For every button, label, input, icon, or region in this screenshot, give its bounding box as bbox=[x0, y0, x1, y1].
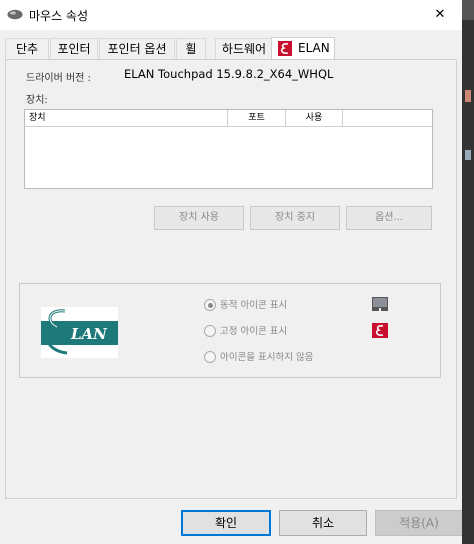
devices-label: 장치: bbox=[26, 95, 48, 106]
driver-version-label: 드라이버 버전 : bbox=[26, 73, 91, 84]
title-bar: 마우스 속성 ✕ bbox=[0, 0, 462, 30]
radio-static-icon-label: 고정 아이콘 표시 bbox=[220, 326, 288, 337]
elan-logo-text: LAN bbox=[70, 325, 108, 343]
ok-button[interactable]: 확인 bbox=[181, 510, 271, 536]
mouse-properties-dialog: 마우스 속성 ✕ 단추 포인터 포인터 옵션 휠 하드웨어 ELAN 드라이버 … bbox=[0, 0, 463, 544]
elan-logo-graphic: LAN bbox=[41, 309, 118, 355]
tab-strip: 단추 포인터 포인터 옵션 휠 하드웨어 ELAN bbox=[5, 37, 460, 61]
tray-icon-group: LAN 동적 아이콘 표시 고정 아이콘 표시 아이콘을 표시하지 않음 bbox=[19, 283, 441, 378]
window-title: 마우스 속성 bbox=[29, 9, 89, 23]
elan-e-tab-icon bbox=[278, 41, 292, 56]
enable-device-button[interactable]: 장치 사용 bbox=[154, 206, 244, 230]
tab-buttons[interactable]: 단추 bbox=[5, 38, 49, 60]
column-device[interactable]: 장치 bbox=[25, 110, 228, 126]
apply-button[interactable]: 적용(A) bbox=[375, 510, 463, 536]
touchpad-tray-icon bbox=[372, 297, 388, 311]
column-usage[interactable]: 사용 bbox=[286, 110, 343, 126]
tab-pointers[interactable]: 포인터 bbox=[50, 38, 98, 60]
tab-elan-label: ELAN bbox=[298, 41, 330, 55]
elan-tab-panel: 드라이버 버전 : ELAN Touchpad 15.9.8.2_X64_WHQ… bbox=[5, 60, 457, 499]
driver-version-value: ELAN Touchpad 15.9.8.2_X64_WHQL bbox=[124, 67, 334, 81]
options-button[interactable]: 옵션... bbox=[346, 206, 432, 230]
disable-device-button[interactable]: 장치 중지 bbox=[250, 206, 340, 230]
cancel-button[interactable]: 취소 bbox=[279, 510, 367, 536]
device-list[interactable]: 장치 포트 사용 bbox=[24, 109, 433, 189]
radio-no-icon[interactable] bbox=[204, 351, 216, 363]
background-window-edge bbox=[462, 0, 474, 544]
elan-logo: LAN bbox=[41, 307, 118, 358]
radio-dynamic-icon[interactable] bbox=[204, 299, 216, 311]
tab-hardware[interactable]: 하드웨어 bbox=[215, 38, 273, 60]
tab-pointer-options[interactable]: 포인터 옵션 bbox=[99, 38, 175, 60]
mouse-icon bbox=[7, 9, 23, 20]
radio-dynamic-icon-label: 동적 아이콘 표시 bbox=[220, 300, 288, 311]
radio-static-icon[interactable] bbox=[204, 325, 216, 337]
close-button[interactable]: ✕ bbox=[428, 4, 452, 26]
close-icon: ✕ bbox=[434, 7, 446, 22]
tab-wheel[interactable]: 휠 bbox=[176, 38, 206, 60]
tab-elan[interactable]: ELAN bbox=[271, 37, 335, 61]
radio-no-icon-label: 아이콘을 표시하지 않음 bbox=[220, 352, 314, 363]
device-list-header: 장치 포트 사용 bbox=[25, 110, 432, 127]
elan-e-tray-icon bbox=[372, 323, 388, 338]
column-port[interactable]: 포트 bbox=[228, 110, 286, 126]
